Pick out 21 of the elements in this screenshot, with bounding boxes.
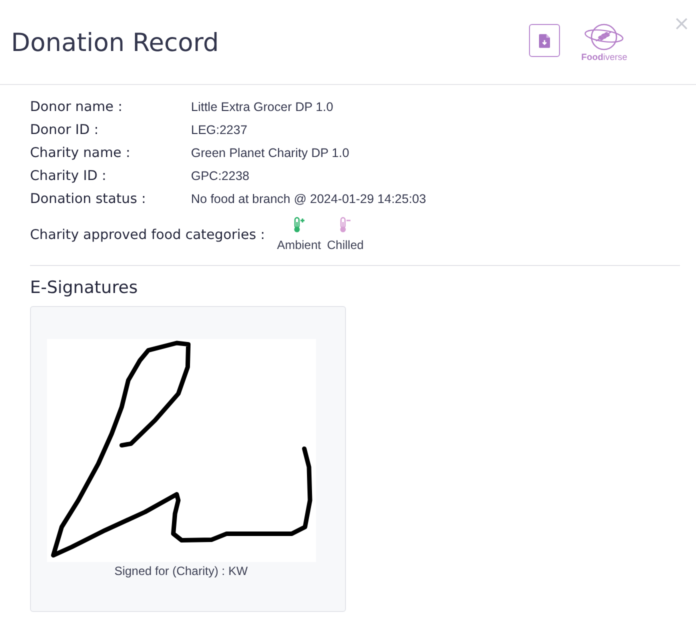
planet-icon	[583, 22, 626, 52]
logo-text: Foodiverse	[581, 52, 628, 62]
signature-caption: Signed for (Charity) : KW	[114, 563, 248, 579]
field-label: Charity name :	[30, 144, 132, 162]
field-label: Donor ID :	[30, 121, 100, 139]
field-value: GPC:2238	[191, 168, 250, 185]
file-download-icon	[539, 34, 550, 48]
field-label: Charity approved food categories :	[30, 226, 265, 244]
field-value: Little Extra Grocer DP 1.0	[191, 99, 334, 116]
field-label: Donor name :	[30, 98, 124, 116]
close-button[interactable]: ×	[673, 13, 690, 33]
field-value: No food at branch @ 2024-01-29 14:25:03	[191, 191, 428, 208]
field-label: Charity ID :	[30, 167, 108, 185]
field-value: Green Planet Charity DP 1.0	[191, 145, 350, 162]
dialog-title: Donation Record	[11, 28, 219, 56]
field-value: LEG:2237	[191, 122, 248, 139]
field-label: Donation status :	[30, 190, 147, 208]
section-heading: E-Signatures	[30, 278, 139, 298]
download-button[interactable]	[529, 24, 560, 57]
category-label: Chilled	[326, 238, 364, 252]
category-label: Ambient	[276, 238, 321, 252]
